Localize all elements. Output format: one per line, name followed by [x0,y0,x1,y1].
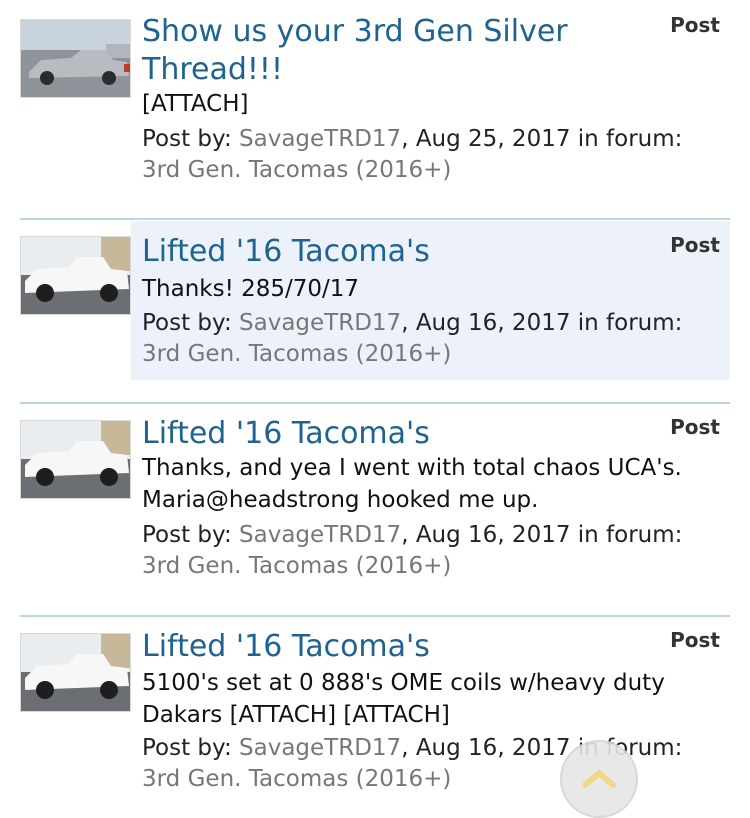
result-thumbnail[interactable] [20,19,131,98]
forum-link[interactable]: 3rd Gen. Tacomas (2016+) [142,341,451,367]
result-title-link[interactable]: Show us your 3rd Gen Silver Thread!!! [142,13,652,89]
result-snippet: [ATTACH] [142,91,249,117]
forum-link[interactable]: 3rd Gen. Tacomas (2016+) [142,157,451,183]
author-link[interactable]: SavageTRD17 [239,522,401,548]
author-link[interactable]: SavageTRD17 [239,735,401,761]
result-title-link[interactable]: Lifted '16 Tacoma's [142,415,652,453]
result-content: Show us your 3rd Gen Silver Thread!!! Po… [131,0,730,196]
result-title-link[interactable]: Lifted '16 Tacoma's [142,628,652,666]
result-type-label: Post [670,415,720,439]
result-snippet: 5100's set at 0 888's OME coils w/heavy … [142,670,665,728]
search-result: Show us your 3rd Gen Silver Thread!!! Po… [0,0,750,218]
result-thumbnail[interactable] [20,236,131,315]
chevron-up-icon [582,770,616,788]
result-snippet: Thanks! 285/70/17 [142,276,360,302]
post-by-label: Post by: [142,126,240,152]
post-by-label: Post by: [142,735,240,761]
result-type-label: Post [670,233,720,257]
result-type-label: Post [670,13,720,37]
scroll-to-top-button[interactable] [560,740,638,818]
result-title-link[interactable]: Lifted '16 Tacoma's [142,233,652,271]
result-type-label: Post [670,628,720,652]
search-result: Lifted '16 Tacoma's Post 5100's set at 0… [0,615,750,816]
search-result: Lifted '16 Tacoma's Post Thanks! 285/70/… [0,218,750,402]
result-content: Lifted '16 Tacoma's Post Thanks! 285/70/… [131,221,730,380]
forum-link[interactable]: 3rd Gen. Tacomas (2016+) [142,766,451,792]
result-content: Lifted '16 Tacoma's Post Thanks, and yea… [131,402,730,593]
result-divider [20,218,730,220]
result-meta: Post by: SavageTRD17, Aug 16, 2017 in fo… [142,308,732,370]
author-link[interactable]: SavageTRD17 [239,126,401,152]
result-content: Lifted '16 Tacoma's Post 5100's set at 0… [131,615,730,794]
post-by-label: Post by: [142,522,240,548]
result-meta: Post by: SavageTRD17, Aug 16, 2017 in fo… [142,733,732,795]
post-date: , Aug 16, 2017 in forum: [401,735,683,761]
search-result: Lifted '16 Tacoma's Post Thanks, and yea… [0,402,750,615]
result-meta: Post by: SavageTRD17, Aug 25, 2017 in fo… [142,124,732,186]
result-thumbnail[interactable] [20,633,131,712]
post-date: , Aug 25, 2017 in forum: [401,126,683,152]
result-thumbnail[interactable] [20,420,131,499]
forum-link[interactable]: 3rd Gen. Tacomas (2016+) [142,553,451,579]
post-by-label: Post by: [142,310,240,336]
author-link[interactable]: SavageTRD17 [239,310,401,336]
result-meta: Post by: SavageTRD17, Aug 16, 2017 in fo… [142,520,732,582]
post-date: , Aug 16, 2017 in forum: [401,522,683,548]
post-date: , Aug 16, 2017 in forum: [401,310,683,336]
result-snippet: Thanks, and yea I went with total chaos … [142,455,682,513]
